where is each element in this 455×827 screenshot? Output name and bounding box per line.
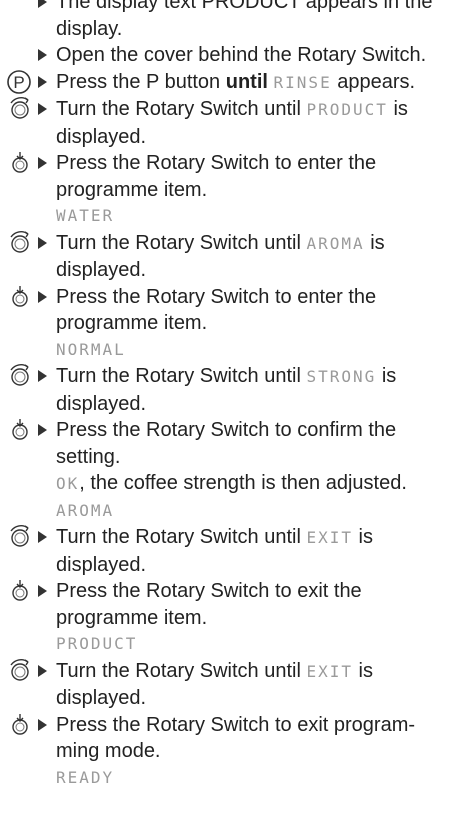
- step-text-pre: Turn the Rotary Switch until: [56, 365, 307, 387]
- bullet-icon: [38, 157, 47, 169]
- step-9: Press the Rotary Switch to confirm the s…: [0, 417, 455, 524]
- step-8: Turn the Rotary Switch until STRONG is d…: [0, 363, 455, 417]
- step-text-pre: Turn the Rotary Switch until: [56, 526, 307, 548]
- svg-text:P: P: [13, 73, 24, 92]
- rotary-turn-icon: [6, 658, 34, 684]
- bullet-icon: [38, 664, 47, 677]
- instruction-page: The display text PRODUCT appears in the …: [0, 0, 455, 791]
- rotary-turn-icon: [6, 363, 34, 389]
- bullet-icon: [38, 531, 47, 543]
- bullet-icon: [38, 0, 47, 8]
- step-text-pre: Turn the Rotary Switch until: [56, 659, 307, 682]
- bullet-icon: [38, 49, 47, 61]
- rotary-press-icon: [6, 712, 34, 738]
- step-note-text: , the coffee strength is then adjusted.: [79, 472, 407, 494]
- display-text: STRONG: [306, 367, 377, 386]
- step-text-post: appears.: [331, 70, 416, 93]
- step-text-bold: until: [225, 70, 268, 93]
- step-text-pre: Turn the Rotary Switch until: [56, 98, 307, 120]
- bullet-icon: [38, 718, 47, 731]
- bullet-icon: [38, 103, 47, 115]
- step-note: OK, the coffee strength is then adjusted…: [56, 470, 447, 498]
- bullet-icon: [38, 236, 47, 249]
- rotary-turn-icon: [6, 96, 34, 122]
- display-text: EXIT: [306, 528, 353, 547]
- step-text: Open the cover behind the Rotary Switch.: [56, 44, 427, 66]
- step-text: Press the Rotary Switch to enter the pro…: [56, 152, 377, 201]
- bullet-icon: [38, 370, 47, 382]
- step-text-pre: Press the P button: [56, 70, 226, 93]
- display-text: AROMA: [56, 500, 115, 520]
- step-6: Turn the Rotary Switch until AROMA is di…: [0, 230, 455, 284]
- step-text: Press the Rotary Switch to exit program-…: [56, 713, 416, 763]
- rotary-press-icon: [6, 150, 34, 176]
- step-text: The display text PRODUCT appears in the …: [56, 0, 433, 40]
- step-5: Press the Rotary Switch to enter the pro…: [0, 150, 455, 230]
- step-3: P Press the P button until RINSE appears…: [0, 69, 455, 97]
- bullet-icon: [38, 290, 47, 303]
- display-text: WATER: [56, 206, 115, 225]
- step-text: Press the Rotary Switch to confirm the s…: [56, 419, 397, 468]
- bullet-icon: [38, 75, 47, 88]
- rotary-turn-icon: [6, 230, 34, 256]
- rotary-press-icon: [6, 578, 34, 604]
- display-text: PRODUCT: [306, 100, 388, 119]
- rotary-press-icon: [6, 284, 34, 310]
- bullet-icon: [38, 424, 47, 436]
- step-2: Open the cover behind the Rotary Switch.: [0, 42, 455, 69]
- display-text: OK: [56, 474, 80, 493]
- step-11: Press the Rotary Switch to exit the prog…: [0, 578, 455, 658]
- step-text: Press the Rotary Switch to exit the prog…: [56, 580, 362, 629]
- step-10: Turn the Rotary Switch until EXIT is dis…: [0, 524, 455, 578]
- display-text: RINSE: [273, 72, 332, 92]
- display-text: EXIT: [306, 661, 353, 681]
- bullet-icon: [38, 585, 47, 597]
- p-button-icon: P: [6, 69, 34, 95]
- step-12: Turn the Rotary Switch until EXIT is dis…: [0, 658, 455, 712]
- display-text: NORMAL: [56, 339, 126, 359]
- step-text-pre: Turn the Rotary Switch until: [56, 231, 307, 254]
- display-text: READY: [56, 767, 115, 787]
- step-text: Press the Rotary Switch to enter the pro…: [56, 285, 377, 335]
- rotary-turn-icon: [6, 524, 34, 550]
- rotary-press-icon: [6, 417, 34, 443]
- display-text: AROMA: [306, 233, 365, 253]
- step-1: The display text PRODUCT appears in the …: [0, 0, 455, 42]
- step-4: Turn the Rotary Switch until PRODUCT is …: [0, 96, 455, 150]
- step-7: Press the Rotary Switch to enter the pro…: [0, 284, 455, 364]
- display-text: PRODUCT: [56, 634, 138, 653]
- step-13: Press the Rotary Switch to exit program-…: [0, 712, 455, 792]
